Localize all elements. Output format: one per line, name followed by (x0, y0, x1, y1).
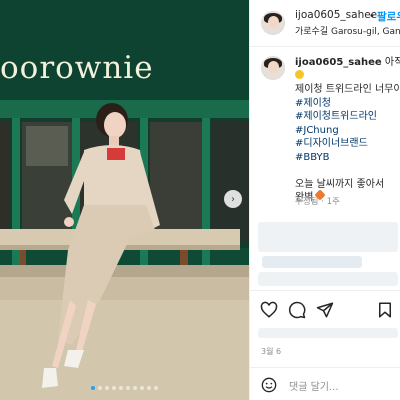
caption-meta: 수정됨 · 1주 (295, 197, 340, 207)
caption-avatar[interactable] (261, 56, 285, 80)
chevron-right-icon[interactable]: › (224, 190, 242, 208)
follow-button[interactable]: 팔로우 (377, 9, 400, 24)
hashtag-link[interactable]: #디자이너브랜드 (295, 137, 400, 151)
bookmark-icon[interactable] (376, 301, 394, 319)
carousel-dot (91, 386, 95, 390)
caption-username[interactable]: ijoa0605_sahee (295, 57, 382, 68)
hashtag-link[interactable]: #제이청 (295, 97, 400, 111)
post-photo[interactable]: oorownie › (0, 0, 249, 400)
header-username[interactable]: ijoa0605_sahee (295, 9, 377, 21)
carousel-dots (0, 386, 249, 390)
carousel-dot (105, 386, 109, 390)
carousel-dot (98, 386, 102, 390)
comment-icon[interactable] (288, 301, 306, 319)
carousel-dot (126, 386, 130, 390)
blurred-comment (262, 256, 362, 268)
post-date: 3월 6 (261, 347, 282, 356)
heart-icon[interactable] (260, 301, 278, 319)
carousel-dot (140, 386, 144, 390)
post-actions (250, 290, 400, 327)
carousel-dot (154, 386, 158, 390)
caption-text: 아직 출시 (384, 57, 400, 68)
caption-line: 제이청 트위드라인 너무이 (295, 84, 400, 95)
send-icon[interactable] (316, 301, 334, 319)
emoji-icon (295, 69, 304, 79)
comment-input[interactable]: 댓글 달기... (289, 378, 339, 393)
smile-icon[interactable] (261, 377, 277, 393)
blurred-likes (258, 328, 398, 338)
hashtag-link[interactable]: #JChung (295, 124, 400, 138)
carousel-dot (147, 386, 151, 390)
blurred-comment (258, 272, 398, 286)
separator-dot: • (369, 11, 375, 22)
carousel-dot (112, 386, 116, 390)
carousel-dot (119, 386, 123, 390)
hashtag-link[interactable]: #제이청트위드라인 (295, 110, 400, 124)
post-side-panel: ijoa0605_sahee • 팔로우 가로수길 Garosu-gil, Ga… (249, 0, 400, 400)
post-caption: ijoa0605_sahee 아직 출시 제이청 트위드라인 너무이 #제이청 … (295, 56, 400, 205)
hashtag-link[interactable]: #BBYB (295, 151, 400, 165)
location-link[interactable]: 가로수길 Garosu-gil, Gangnam (295, 24, 400, 37)
blurred-comment (258, 222, 398, 252)
avatar[interactable] (261, 11, 285, 35)
post-header: ijoa0605_sahee • 팔로우 가로수길 Garosu-gil, Ga… (250, 0, 400, 47)
caption-line: 오늘 날씨까지 좋아서 (295, 178, 385, 190)
storefront-sign: oorownie (0, 50, 154, 86)
carousel-dot (133, 386, 137, 390)
comment-bar: 댓글 달기... (250, 367, 400, 400)
